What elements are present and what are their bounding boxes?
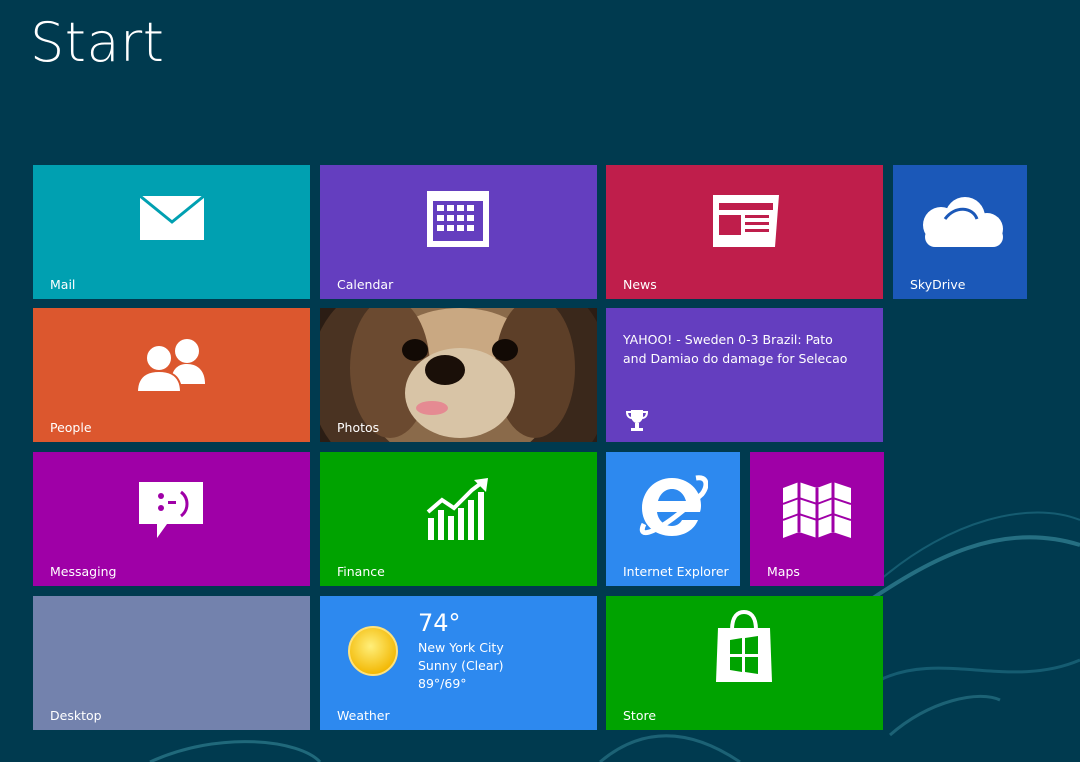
tile-photos-label: Photos	[337, 420, 380, 435]
calendar-icon	[427, 191, 489, 247]
trophy-icon	[626, 410, 648, 431]
folded-map-icon	[783, 482, 851, 538]
newspaper-icon	[713, 195, 779, 247]
start-screen-title: Start	[30, 11, 165, 74]
tile-weather-label: Weather	[337, 708, 390, 723]
tile-finance[interactable]: Finance	[320, 452, 597, 586]
envelope-icon	[139, 195, 205, 240]
chat-smiley-icon	[139, 482, 203, 538]
ie-logo-icon	[639, 475, 708, 536]
tile-ie-label: Internet Explorer	[623, 564, 729, 579]
tile-people[interactable]: People	[33, 308, 310, 442]
tile-calendar-label: Calendar	[337, 277, 394, 292]
tile-mail[interactable]: Mail	[33, 165, 310, 299]
tile-store-label: Store	[623, 708, 657, 723]
tile-messaging-label: Messaging	[50, 564, 117, 579]
tile-skydrive[interactable]: SkyDrive	[893, 165, 1027, 299]
tile-finance-label: Finance	[337, 564, 385, 579]
news-headline: YAHOO! - Sweden 0-3 Brazil: Pato and Dam…	[623, 332, 848, 366]
tile-store[interactable]: Store	[606, 596, 883, 730]
tile-mail-label: Mail	[50, 277, 76, 292]
tile-weather[interactable]: 74° New York City Sunny (Clear) 89°/69° …	[320, 596, 597, 730]
shopping-bag-icon	[716, 610, 772, 682]
tile-news-label: News	[623, 277, 657, 292]
tile-desktop[interactable]: Desktop	[33, 596, 310, 730]
tile-desktop-label: Desktop	[50, 708, 102, 723]
weather-condition: Sunny (Clear)	[418, 658, 504, 673]
sun-icon	[348, 626, 398, 676]
tile-news-live[interactable]: YAHOO! - Sweden 0-3 Brazil: Pato and Dam…	[606, 308, 883, 442]
tile-photos[interactable]: Photos	[320, 308, 597, 442]
tile-internet-explorer[interactable]: Internet Explorer	[606, 452, 740, 586]
tile-maps[interactable]: Maps	[750, 452, 884, 586]
chart-arrow-icon	[426, 478, 488, 540]
weather-info: 74° New York City Sunny (Clear) 89°/69°	[418, 609, 504, 693]
cloud-icon	[923, 197, 1003, 247]
people-icon	[135, 339, 205, 392]
tile-skydrive-label: SkyDrive	[910, 277, 966, 292]
tile-maps-label: Maps	[767, 564, 800, 579]
tile-messaging[interactable]: Messaging	[33, 452, 310, 586]
tile-news[interactable]: News	[606, 165, 883, 299]
tile-people-label: People	[50, 420, 92, 435]
weather-temperature: 74°	[418, 609, 461, 637]
weather-high-low: 89°/69°	[418, 676, 467, 691]
tile-calendar[interactable]: Calendar	[320, 165, 597, 299]
weather-city: New York City	[418, 640, 504, 655]
